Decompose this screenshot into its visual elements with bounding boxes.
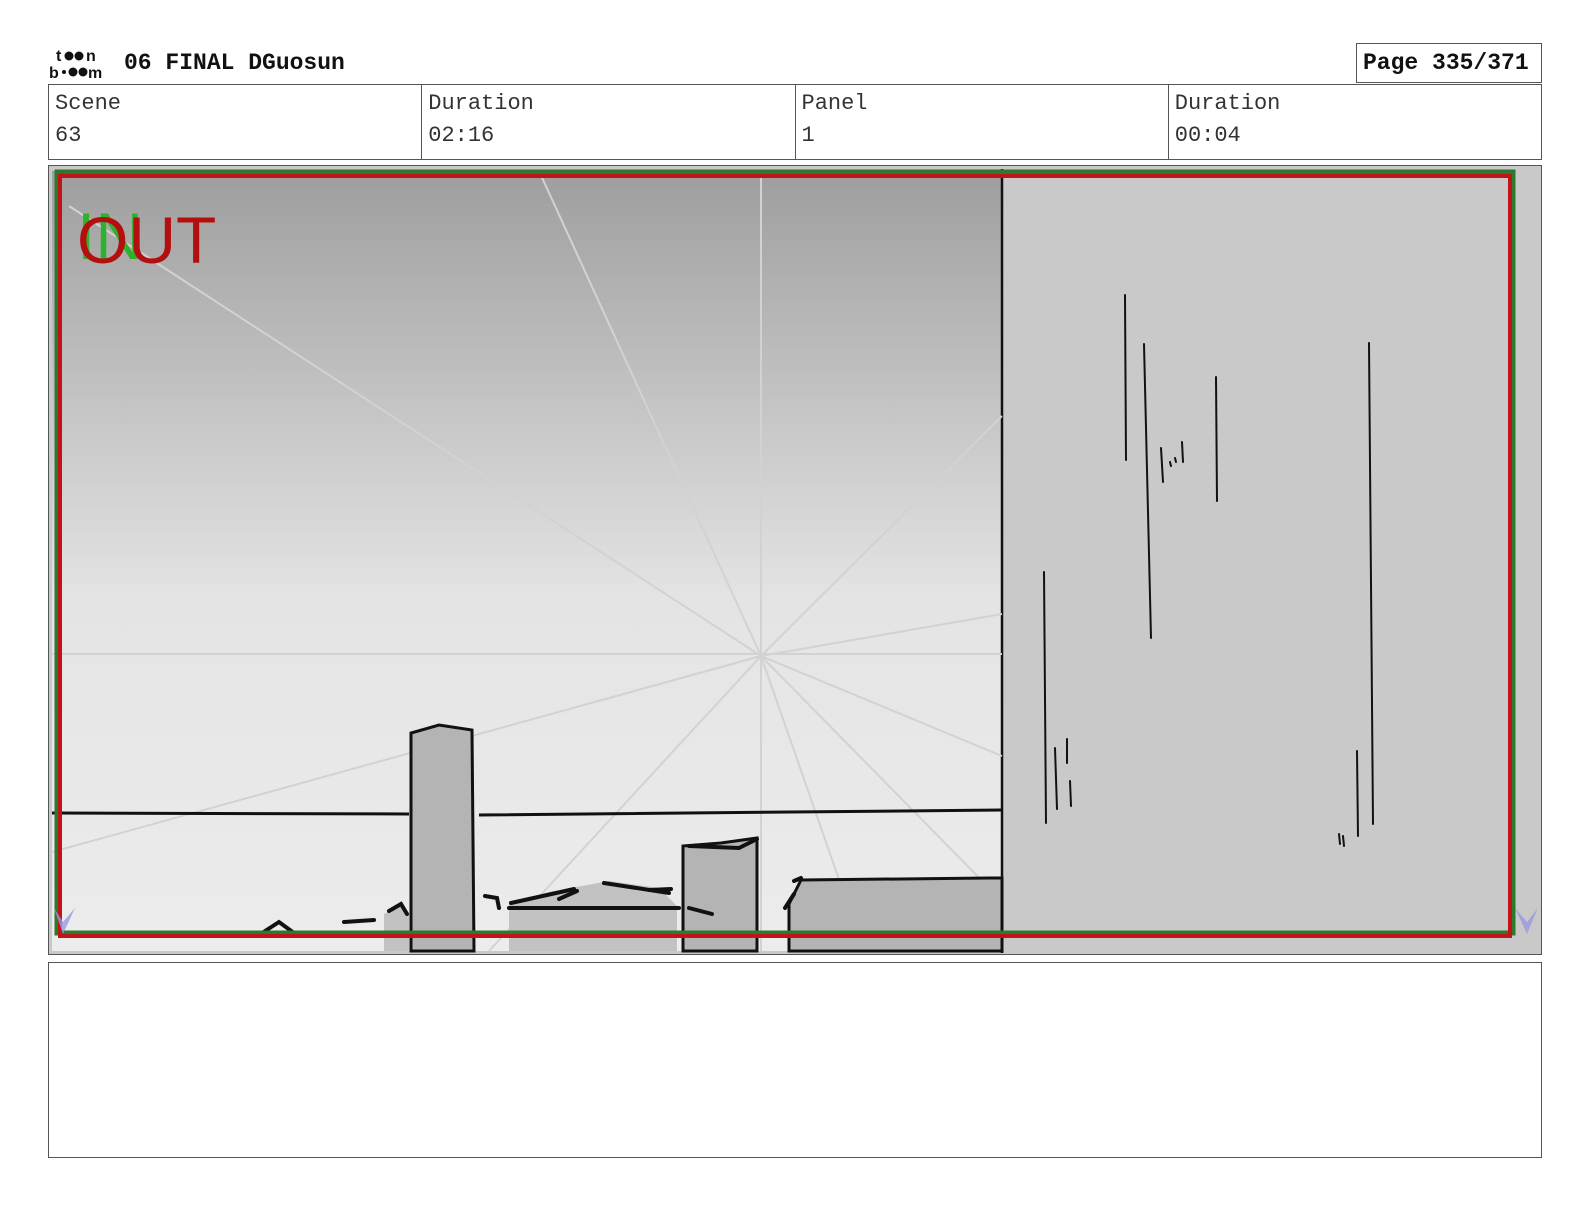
document-title: 06 FINAL DGuosun (124, 50, 345, 76)
scene-duration-label: Duration (428, 91, 534, 116)
panel-duration-value: 00:04 (1174, 123, 1241, 148)
toon-boom-logo: t n b m (49, 48, 102, 80)
panel-notes-box[interactable] (48, 962, 1542, 1158)
page-counter-box: Page 335/371 (1356, 43, 1542, 83)
panel-label: Panel (801, 91, 868, 116)
scene-label: Scene (55, 91, 122, 116)
scene-duration-cell: Duration 02:16 (422, 85, 796, 159)
panel-duration-label: Duration (1174, 91, 1281, 116)
scene-value: 63 (55, 123, 82, 148)
panel-cell: Panel 1 (796, 85, 1169, 159)
storyboard-header: t n b m 06 FINAL DGuosun Page 335/371 (48, 40, 1542, 84)
scene-cell: Scene 63 (49, 85, 423, 159)
out-marker: OUT (77, 203, 216, 277)
svg-text:t: t (56, 48, 62, 65)
svg-text:m: m (88, 65, 102, 80)
page-counter: Page 335/371 (1363, 50, 1529, 76)
panel-value: 1 (801, 123, 815, 148)
svg-text:b: b (49, 65, 59, 80)
storyboard-panel: IN OUT (48, 165, 1542, 955)
svg-text:n: n (86, 48, 96, 65)
scene-duration-value: 02:16 (428, 123, 495, 148)
wall-background (1002, 171, 1540, 951)
scene-info-table: Scene 63 Duration 02:16 Panel 1 Duration… (48, 84, 1542, 160)
panel-drawing: IN OUT (51, 169, 1540, 953)
panel-duration-cell: Duration 00:04 (1169, 85, 1541, 159)
